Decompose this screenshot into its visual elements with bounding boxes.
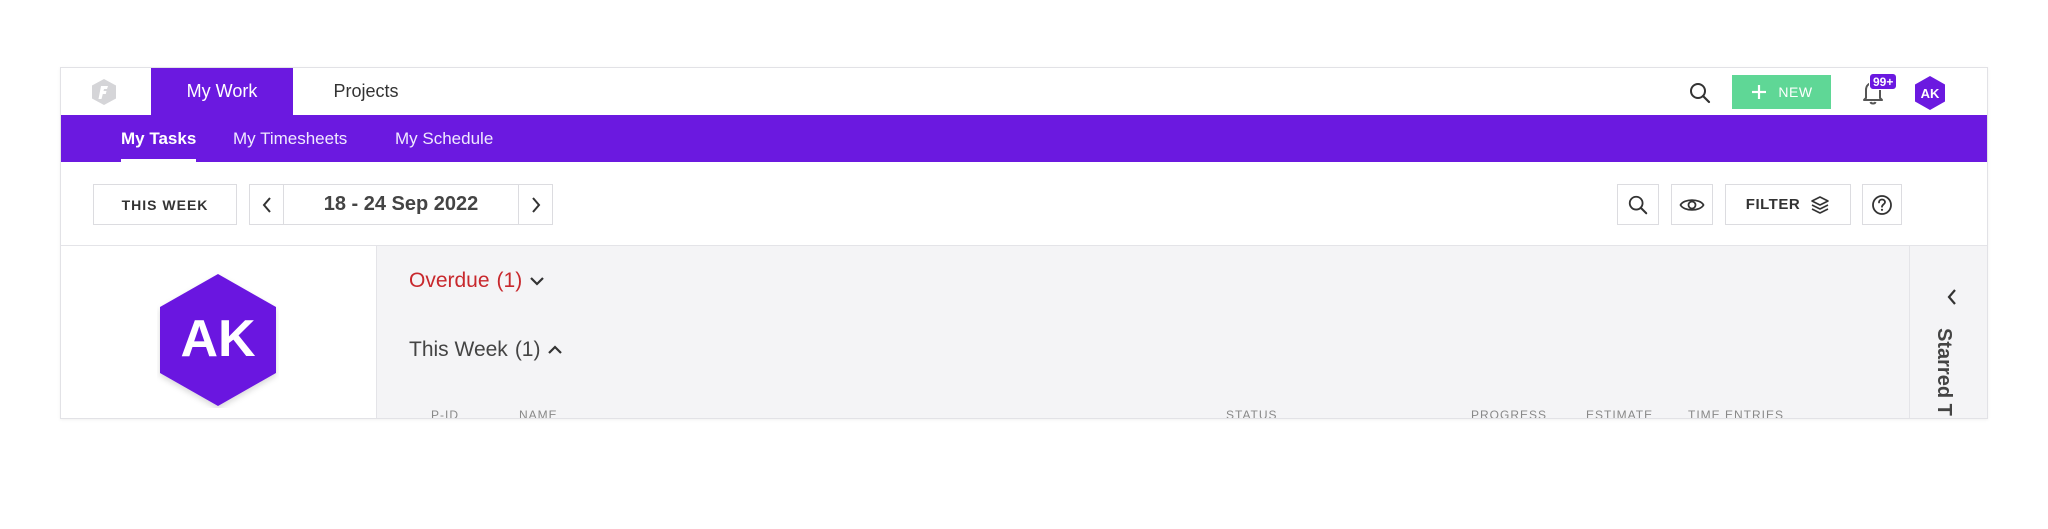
chevron-down-icon <box>530 277 544 286</box>
chevron-left-icon <box>262 196 271 213</box>
this-week-section-header[interactable]: This Week (1) <box>409 338 563 362</box>
column-header-time-entries[interactable]: TIME ENTRIES <box>1688 408 1784 418</box>
toolbar: THIS WEEK 18 - 24 Sep 2022 FILTER <box>61 162 1987 246</box>
column-header-name[interactable]: NAME <box>519 408 558 418</box>
this-week-button[interactable]: THIS WEEK <box>93 184 237 225</box>
overdue-section-header[interactable]: Overdue (1) <box>409 269 545 293</box>
task-list-area: Overdue (1) This Week (1) P-ID NAME STAT… <box>377 246 1909 418</box>
task-search-button[interactable] <box>1617 184 1659 225</box>
filter-label: FILTER <box>1745 196 1801 213</box>
eye-icon <box>1679 198 1705 211</box>
starred-panel: Starred T <box>1909 246 1987 418</box>
avatar[interactable]: AK <box>1913 75 1947 111</box>
this-week-label: This Week <box>409 338 508 361</box>
starred-panel-title: Starred T <box>1933 328 1955 416</box>
help-button[interactable] <box>1862 184 1902 225</box>
app-logo-icon[interactable] <box>91 78 117 106</box>
new-button-label: NEW <box>1778 84 1813 100</box>
profile-initials: AK <box>180 310 256 368</box>
column-header-estimate[interactable]: ESTIMATE <box>1586 408 1653 418</box>
chevron-right-icon <box>531 196 540 213</box>
help-icon <box>1872 194 1892 215</box>
chevron-left-icon[interactable] <box>1944 288 1960 306</box>
column-header-pid[interactable]: P-ID <box>431 408 459 418</box>
profile-avatar: AK <box>157 272 279 408</box>
plus-icon <box>1752 85 1767 99</box>
column-header-status[interactable]: STATUS <box>1226 408 1278 418</box>
tab-my-work[interactable]: My Work <box>151 68 293 115</box>
overdue-label: Overdue <box>409 269 490 292</box>
overdue-count: (1) <box>496 269 523 292</box>
chevron-up-icon <box>548 345 563 354</box>
this-week-count: (1) <box>514 338 541 361</box>
top-navigation-bar: My Work Projects NEW 99+ AK <box>61 68 1987 115</box>
notification-badge: 99+ <box>1869 73 1898 90</box>
date-range-label: 18 - 24 Sep 2022 <box>283 184 519 225</box>
column-header-progress[interactable]: PROGRESS <box>1471 408 1547 418</box>
app-window: My Work Projects NEW 99+ AK My Tasks My … <box>60 67 1988 419</box>
tab-my-tasks[interactable]: My Tasks <box>121 115 197 162</box>
next-week-button[interactable] <box>518 184 553 225</box>
tab-my-timesheets[interactable]: My Timesheets <box>233 115 347 162</box>
tab-my-schedule[interactable]: My Schedule <box>395 115 493 162</box>
visibility-button[interactable] <box>1671 184 1713 225</box>
search-icon <box>1628 195 1648 214</box>
profile-panel: AK <box>61 246 377 418</box>
previous-week-button[interactable] <box>249 184 284 225</box>
avatar-initials: AK <box>1921 86 1940 101</box>
tab-projects[interactable]: Projects <box>293 68 439 115</box>
filter-button[interactable]: FILTER <box>1725 184 1851 225</box>
search-icon[interactable] <box>1688 81 1712 105</box>
layers-icon <box>1811 195 1829 214</box>
new-button[interactable]: NEW <box>1732 75 1831 109</box>
sub-navigation-bar: My Tasks My Timesheets My Schedule <box>61 115 1987 162</box>
